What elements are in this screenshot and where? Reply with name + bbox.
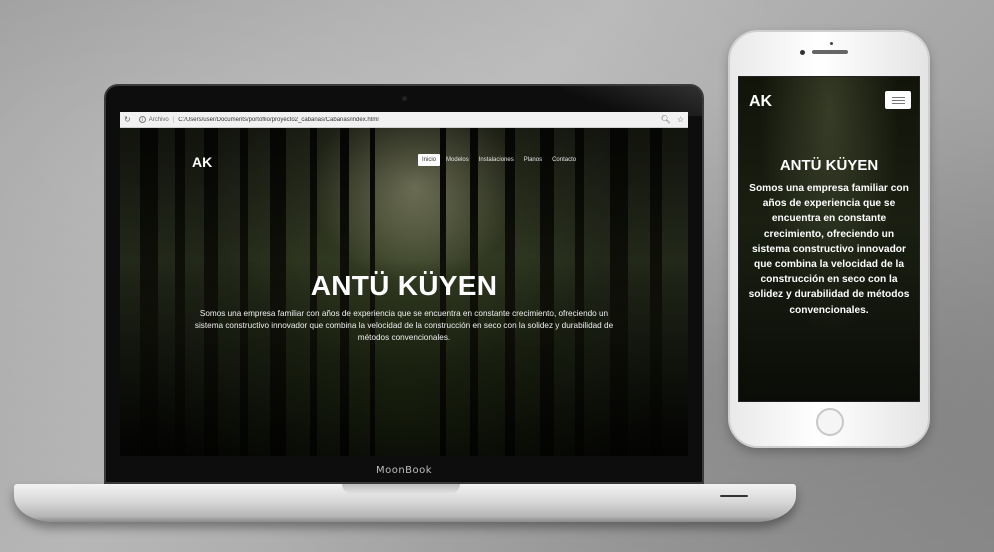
site-logo[interactable]: AK (192, 154, 212, 170)
url-separator: | (172, 116, 175, 123)
reload-icon[interactable]: ↻ (124, 115, 131, 124)
laptop-opening-notch (342, 484, 460, 494)
laptop-screen: ↻ i Archivo | C:/Users/user/Documents/po… (120, 112, 688, 456)
site-nav: Inicio Modelos Instalaciones Planos Cont… (418, 154, 580, 166)
mobile-hero-title: ANTÜ KÜYEN (779, 157, 879, 174)
bookmark-star-icon[interactable]: ☆ (677, 115, 684, 124)
nav-item-modelos[interactable]: Modelos (442, 154, 473, 166)
browser-address-bar[interactable]: ↻ i Archivo | C:/Users/user/Documents/po… (120, 112, 688, 128)
nav-item-instalaciones[interactable]: Instalaciones (475, 154, 518, 166)
laptop-base (14, 484, 796, 522)
info-icon[interactable]: i (138, 116, 146, 123)
phone-speaker (812, 50, 848, 54)
hero-section: AK Inicio Modelos Instalaciones Planos C… (120, 128, 688, 456)
laptop-camera (402, 96, 407, 101)
search-icon[interactable]: 🔍︎ (661, 115, 671, 124)
phone-camera (800, 50, 805, 55)
laptop-brand-label: MoonBook (375, 465, 433, 476)
nav-item-inicio[interactable]: Inicio (418, 154, 441, 166)
phone-screen: AK ANTÜ KÜYEN Somos una empresa familiar… (738, 76, 920, 402)
hamburger-menu-icon[interactable] (885, 91, 911, 109)
phone-sensor (830, 42, 833, 45)
mobile-hero-description: Somos una empresa familiar con años de e… (748, 183, 910, 316)
hero-title: ANTÜ KÜYEN (310, 270, 498, 301)
url-text[interactable]: C:/Users/user/Documents/portoflio/proyec… (178, 117, 654, 123)
mobile-site-logo[interactable]: AK (749, 93, 772, 111)
phone-device: AK ANTÜ KÜYEN Somos una empresa familiar… (728, 30, 930, 448)
nav-item-contacto[interactable]: Contacto (548, 154, 580, 166)
laptop-status-light (720, 495, 748, 497)
url-scheme-label: Archivo (148, 116, 169, 123)
hero-description: Somos una empresa familiar con años de e… (194, 309, 614, 342)
nav-item-planos[interactable]: Planos (520, 154, 546, 166)
phone-home-button[interactable] (816, 408, 844, 436)
